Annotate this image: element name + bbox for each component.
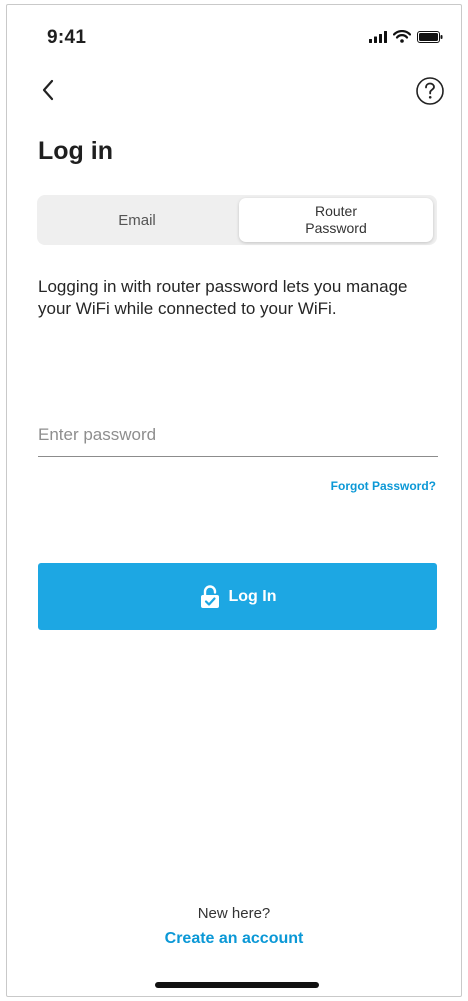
status-bar: 9:41: [7, 5, 461, 67]
tab-router-password[interactable]: Router Password: [239, 198, 433, 242]
battery-icon: [417, 30, 443, 43]
wifi-icon: [393, 30, 411, 43]
question-circle-icon: [415, 77, 445, 110]
login-button-label: Log In: [228, 587, 277, 605]
signal-icon: [369, 30, 387, 43]
tab-router-label-line2: Password: [305, 220, 367, 236]
tab-router-label-line1: Router: [314, 203, 358, 219]
create-account-row: Create an account: [7, 930, 461, 948]
tab-email-label: Email: [118, 211, 156, 229]
new-here-text: New here?: [197, 905, 271, 922]
login-description: Logging in with router password lets you…: [38, 277, 408, 318]
login-button[interactable]: Log In: [38, 563, 437, 630]
chevron-left-icon: [41, 79, 55, 106]
tab-email[interactable]: Email: [37, 195, 237, 245]
password-input[interactable]: [38, 413, 438, 457]
home-indicator: [155, 982, 319, 988]
status-time: 9:41: [47, 27, 87, 48]
status-icons: [369, 30, 443, 43]
help-button[interactable]: [415, 76, 445, 106]
forgot-password-link[interactable]: Forgot Password?: [331, 479, 436, 493]
back-button[interactable]: [33, 75, 63, 109]
phone-screen: 9:41 Log in Email Router Password Loggin…: [6, 4, 462, 997]
login-method-tabs: Email Router Password: [37, 195, 437, 245]
unlock-icon: [199, 584, 221, 609]
create-account-link[interactable]: Create an account: [165, 930, 304, 947]
page-title: Log in: [38, 137, 113, 165]
